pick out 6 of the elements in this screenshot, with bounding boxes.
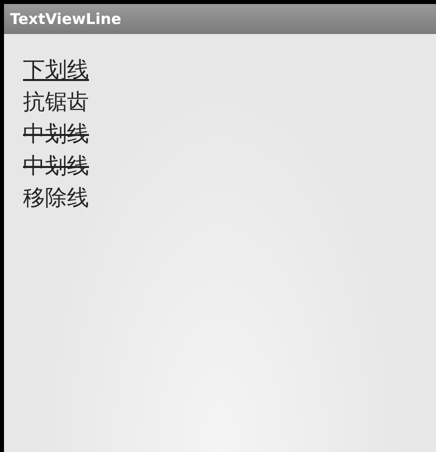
text-line: 中划线 — [23, 121, 89, 149]
text-line: 中划线 — [23, 153, 89, 181]
text-line: 移除线 — [23, 185, 89, 213]
text-line: 下划线 — [23, 57, 89, 85]
window-title: TextViewLine — [10, 10, 122, 28]
text-line: 抗锯齿 — [23, 89, 89, 117]
